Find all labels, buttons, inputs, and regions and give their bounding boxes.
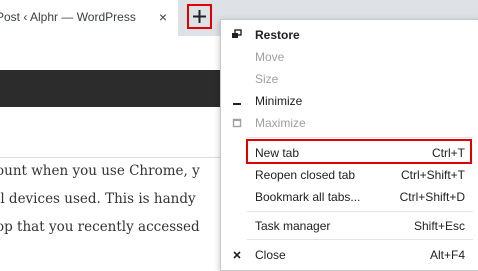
menu-item-task-manager[interactable]: Task manager Shift+Esc: [221, 215, 478, 237]
menu-separator: [247, 239, 473, 240]
article-line: ount when you use Chrome, y: [0, 163, 200, 179]
menu-separator: [247, 211, 473, 212]
menu-item-shortcut: Ctrl+Shift+D: [399, 190, 465, 204]
menu-item-move: Move: [221, 46, 478, 68]
new-tab-highlight-box: [246, 139, 472, 164]
menu-item-shortcut: Shift+Esc: [413, 219, 465, 233]
article-line: ll devices used. This is handy: [0, 191, 196, 207]
new-tab-button[interactable]: [187, 4, 212, 29]
restore-icon: [232, 29, 242, 38]
menu-item-minimize[interactable]: Minimize: [221, 90, 478, 112]
browser-tab[interactable]: Post ‹ Alphr — WordPress ×: [0, 0, 178, 36]
menu-item-label: Close: [255, 248, 286, 262]
menu-item-label: Size: [255, 72, 279, 86]
menu-item-label: Task manager: [255, 219, 331, 233]
close-icon: [233, 251, 241, 259]
maximize-icon: [232, 118, 242, 128]
menu-separator: [247, 137, 473, 138]
tab-title: Post ‹ Alphr — WordPress: [0, 10, 136, 24]
menu-item-label: Move: [255, 50, 285, 64]
menu-item-maximize: Maximize: [221, 112, 478, 134]
article-line: op that you recently accessed: [0, 219, 200, 235]
menu-item-label: Minimize: [255, 94, 303, 108]
menu-item-restore[interactable]: Restore: [221, 24, 478, 46]
menu-item-label: Reopen closed tab: [255, 168, 356, 182]
menu-item-shortcut: Ctrl+Shift+T: [400, 168, 465, 182]
menu-item-close[interactable]: Close Alt+F4: [221, 244, 478, 266]
menu-item-bookmark-all-tabs[interactable]: Bookmark all tabs... Ctrl+Shift+D: [221, 186, 478, 208]
menu-item-label: Maximize: [255, 116, 306, 130]
menu-item-size: Size: [221, 68, 478, 90]
menu-item-reopen-closed-tab[interactable]: Reopen closed tab Ctrl+Shift+T: [221, 164, 478, 186]
menu-item-label: Restore: [255, 28, 300, 42]
menu-item-label: Bookmark all tabs...: [255, 190, 361, 204]
tab-close-icon[interactable]: ×: [155, 8, 171, 26]
menu-item-shortcut: Alt+F4: [429, 248, 465, 262]
plus-icon: [193, 10, 206, 23]
minimize-icon: [233, 103, 241, 105]
